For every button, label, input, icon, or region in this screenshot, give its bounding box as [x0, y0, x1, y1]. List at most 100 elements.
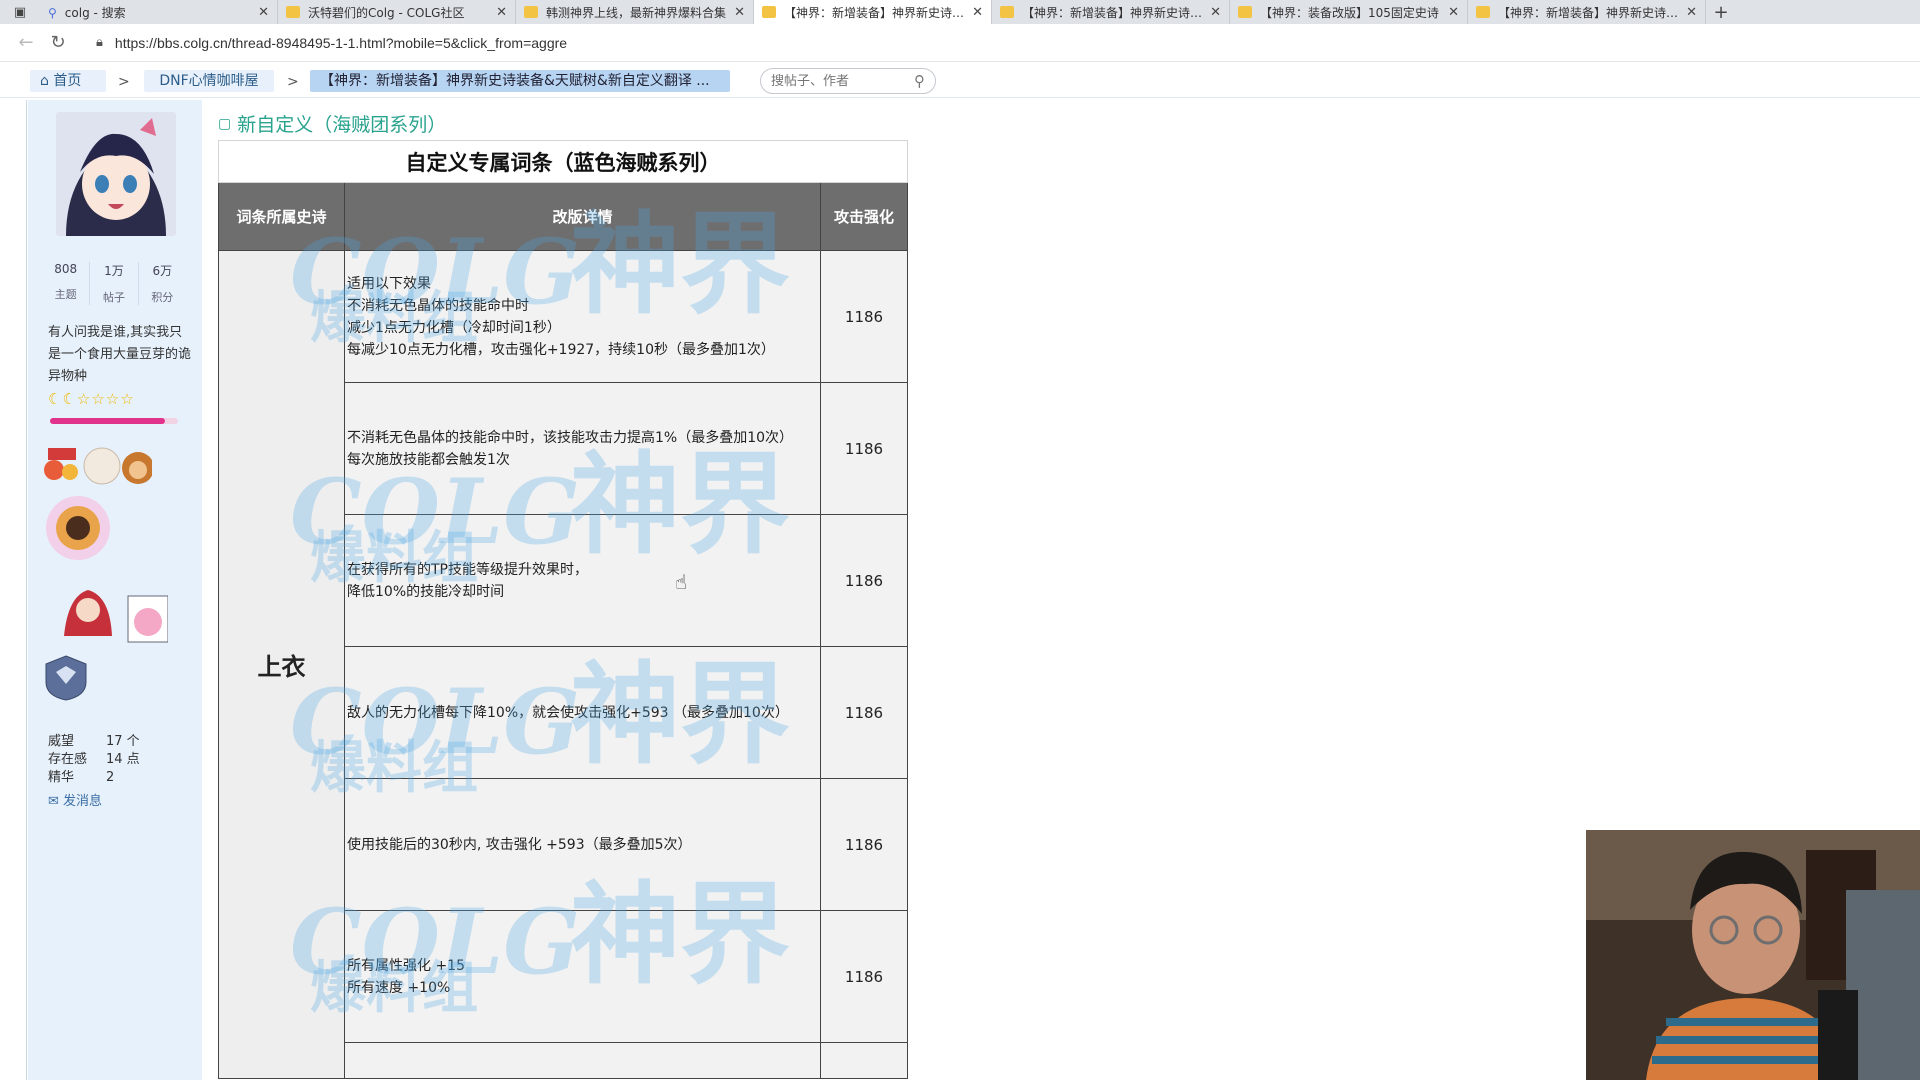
detail-line: 所有属性强化 +15	[347, 957, 465, 974]
author-info-row: 威望 17 个	[48, 730, 140, 749]
detail-line: 每减少10点无力化槽，攻击强化+1927，持续10秒（最多叠加1次）	[347, 341, 775, 358]
breadcrumb: ⌂ 首页 > DNF心情咖啡屋 > 【神界：新增装备】神界新史诗装备&天赋树&新…	[0, 62, 1920, 98]
lock-icon[interactable]: 🔒︎	[96, 35, 103, 50]
folder-icon	[524, 6, 538, 18]
info-value: 14 点	[106, 752, 140, 767]
author-stats: 808 主题 1万 帖子 6万 积分	[42, 262, 186, 305]
browser-tab[interactable]: 【神界：装备改版】105固定史诗 ✕	[1230, 0, 1468, 24]
search-input[interactable]	[771, 73, 901, 89]
search-icon: ⚲	[48, 6, 57, 20]
rank-progress-bar	[50, 418, 178, 424]
tab-title: 【神界：新增装备】神界新史诗装备	[1498, 5, 1681, 20]
detail-cell: 敌人的无力化槽每下降10%，就会使攻击强化+593 （最多叠加10次）	[344, 646, 821, 779]
folder-icon	[1000, 6, 1014, 18]
detail-cell	[344, 1042, 821, 1079]
sidebar-divider	[26, 100, 27, 1080]
attack-boost-cell	[820, 1042, 908, 1079]
close-icon[interactable]: ✕	[734, 5, 745, 20]
folder-icon	[1238, 6, 1252, 18]
attack-boost-cell: 1186	[820, 778, 908, 911]
author-info-row: 精华 2	[48, 766, 114, 785]
category-cell: 上衣	[218, 250, 345, 1079]
stat-value: 1万	[104, 264, 124, 278]
tab-title: colg - 搜索	[64, 5, 126, 20]
info-key: 威望	[48, 734, 75, 749]
close-icon[interactable]: ✕	[1210, 5, 1221, 20]
detail-cell: 适用以下效果 不消耗无色晶体的技能命中时 减少1点无力化槽（冷却时间1秒） 每减少10…	[344, 250, 821, 383]
mail-icon: ✉	[48, 794, 59, 809]
chevron-right-icon: >	[118, 74, 130, 90]
detail-line: 每次施放技能都会触发1次	[347, 451, 510, 468]
send-message-label: 发消息	[63, 794, 103, 809]
browser-tab[interactable]: 沃特碧们的Colg - COLG社区 ✕	[278, 0, 516, 24]
table-row: 上衣 适用以下效果 不消耗无色晶体的技能命中时 减少1点无力化槽（冷却时间1秒） 每减少…	[218, 250, 908, 1079]
browser-tab[interactable]: ⚲ colg - 搜索 ✕	[40, 0, 278, 24]
attack-boost-cell: 1186	[820, 250, 908, 383]
info-key: 存在感	[48, 752, 88, 767]
close-icon[interactable]: ✕	[496, 5, 507, 20]
detail-line: 使用技能后的30秒内, 攻击强化 +593（最多叠加5次）	[347, 836, 692, 853]
browser-tab[interactable]: 【神界：新增装备】神界新史诗装备 ✕	[754, 0, 992, 24]
search-icon[interactable]: ⚲	[914, 72, 925, 90]
stat-label: 主题	[54, 288, 77, 301]
author-signature: 有人问我是谁,其实我只是一个食用大量豆芽的诡异物种	[48, 325, 192, 384]
table-body: 上衣 适用以下效果 不消耗无色晶体的技能命中时 减少1点无力化槽（冷却时间1秒） 每减少…	[218, 250, 908, 1079]
folder-icon	[286, 6, 300, 18]
badge-shield-icon[interactable]	[42, 654, 90, 702]
close-icon[interactable]: ✕	[1448, 5, 1459, 20]
detail-line: 在获得所有的TP技能等级提升效果时，	[347, 561, 588, 578]
detail-line: 敌人的无力化槽每下降10%，就会使攻击强化+593 （最多叠加10次）	[347, 704, 789, 721]
custom-affix-table: 自定义专属词条（蓝色海贼系列） 词条所属史诗 改版详情 攻击强化 上衣 适用以下效…	[218, 140, 908, 1079]
medal-character-icons[interactable]	[58, 576, 168, 646]
stat-label: 积分	[151, 291, 174, 304]
stat-item[interactable]: 808 主题	[42, 262, 91, 305]
table-title: 自定义专属词条（蓝色海贼系列）	[218, 140, 908, 183]
url-field[interactable]: https://bbs.colg.cn/thread-8948495-1-1.h…	[115, 35, 567, 51]
tab-actions-icon[interactable]: ▣	[0, 0, 40, 24]
address-bar: ← ↻ 🔒︎ https://bbs.colg.cn/thread-894849…	[0, 24, 1920, 62]
detail-line: 不消耗无色晶体的技能命中时	[347, 297, 529, 314]
breadcrumb-home[interactable]: ⌂ 首页	[30, 70, 106, 92]
refresh-button[interactable]: ↻	[42, 32, 74, 53]
author-sidebar: 808 主题 1万 帖子 6万 积分 有人问我是谁,其实我只是一个食用大量豆芽的诡异物种 …	[28, 100, 202, 1080]
header-epic: 词条所属史诗	[218, 182, 345, 251]
stat-item[interactable]: 6万 积分	[139, 262, 186, 305]
stat-item[interactable]: 1万帖子	[90, 262, 139, 305]
search-box: ⚲	[760, 68, 936, 94]
browser-tab[interactable]: 【神界：新增装备】神界新史诗装备 ✕	[992, 0, 1230, 24]
hand-cursor-icon: ☝	[675, 570, 688, 594]
chevron-right-icon: >	[287, 74, 299, 90]
info-value: 2	[106, 770, 115, 785]
breadcrumb-thread[interactable]: 【神界：新增装备】神界新史诗装备&天赋树&新自定义翻译 ...	[310, 70, 730, 92]
tab-title: 【神界：装备改版】105固定史诗	[1260, 5, 1439, 20]
breadcrumb-home-label: 首页	[53, 73, 82, 89]
stat-value: 808	[54, 262, 78, 276]
attack-boost-cell: 1186	[820, 382, 908, 515]
browser-tab[interactable]: 【神界：新增装备】神界新史诗装备 ✕	[1468, 0, 1706, 24]
medal-icons-row-1[interactable]	[40, 442, 152, 486]
avatar[interactable]	[56, 112, 176, 236]
detail-line: 不消耗无色晶体的技能命中时，该技能攻击力提高1%（最多叠加10次）	[347, 429, 794, 446]
close-icon[interactable]: ✕	[972, 5, 983, 20]
back-button[interactable]: ←	[10, 32, 42, 53]
browser-tab-strip: ▣ ⚲ colg - 搜索 ✕ 沃特碧们的Colg - COLG社区 ✕ 韩测神界上线，最…	[0, 0, 1920, 24]
folder-icon	[1476, 6, 1490, 18]
tab-title: 沃特碧们的Colg - COLG社区	[308, 5, 465, 20]
post-section-heading: ▢ 新自定义（海贼团系列）	[218, 110, 446, 137]
send-message-link[interactable]: ✉ 发消息	[48, 790, 102, 809]
header-details: 改版详情	[344, 182, 821, 251]
close-icon[interactable]: ✕	[258, 5, 269, 20]
info-key: 精华	[48, 770, 75, 785]
tab-title: 韩测神界上线，最新神界爆料合集	[546, 5, 727, 20]
attack-boost-cell: 1186	[820, 646, 908, 779]
stat-label: 帖子	[102, 291, 125, 304]
attack-boost-cell: 1186	[820, 910, 908, 1043]
new-tab-button[interactable]: +	[1706, 0, 1736, 24]
medal-orb-icon[interactable]	[42, 492, 114, 564]
breadcrumb-forum[interactable]: DNF心情咖啡屋	[144, 70, 274, 92]
browser-tab[interactable]: 韩测神界上线，最新神界爆料合集 ✕	[516, 0, 754, 24]
home-icon: ⌂	[40, 73, 49, 89]
tab-title: 【神界：新增装备】神界新史诗装备	[784, 5, 967, 20]
close-icon[interactable]: ✕	[1686, 5, 1697, 20]
rank-stars: ☾☾☆☆☆☆	[48, 390, 135, 408]
